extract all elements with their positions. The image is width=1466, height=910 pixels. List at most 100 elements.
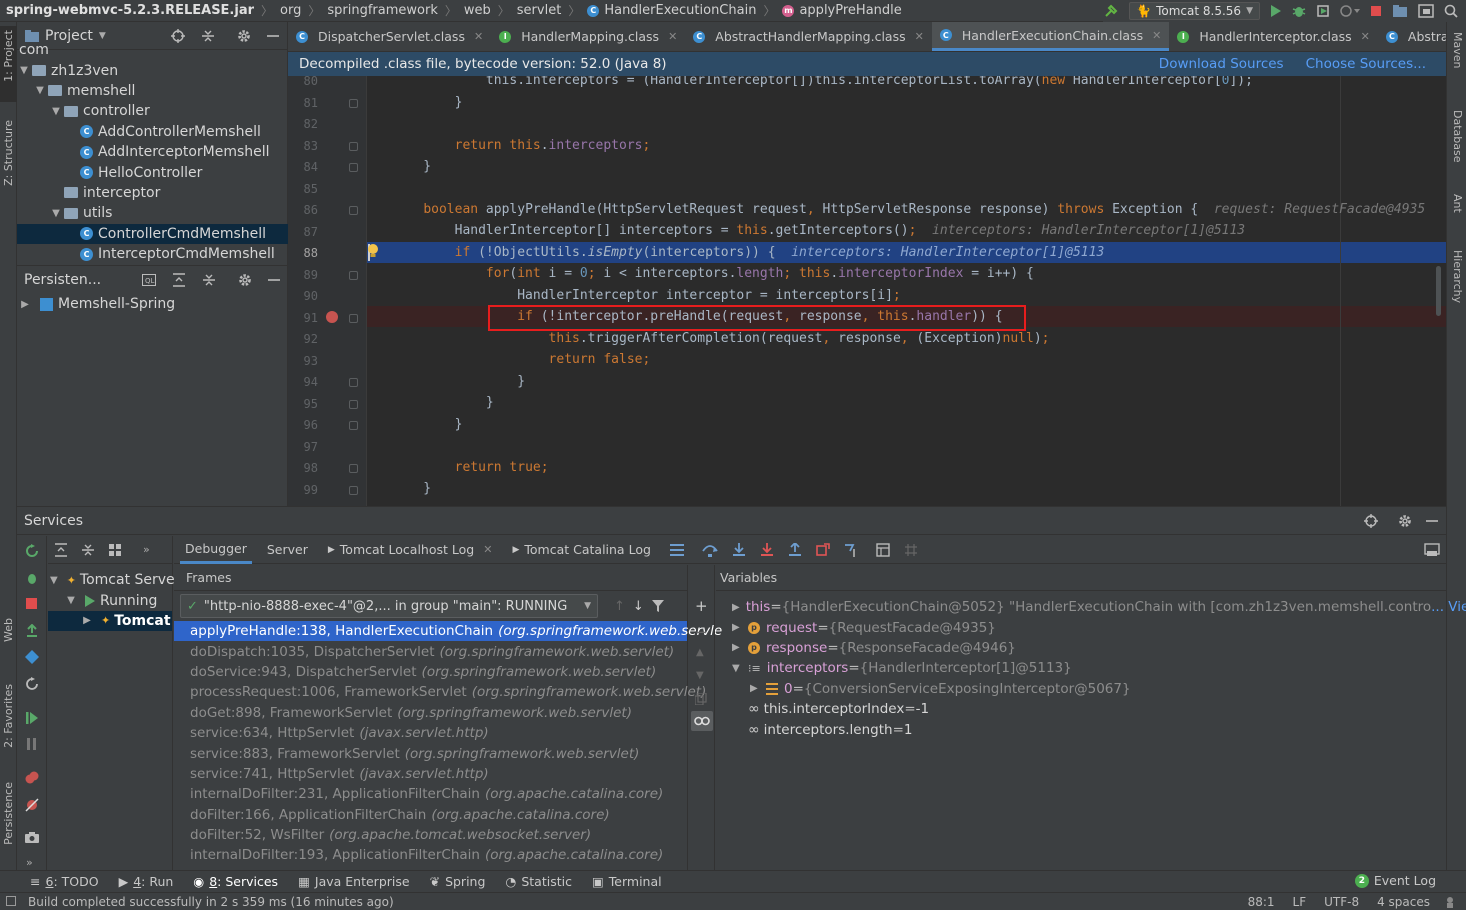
run-configuration-select[interactable]: 🐈 Tomcat 8.5.56 ▼: [1129, 2, 1260, 20]
evaluate-icon[interactable]: [876, 542, 890, 557]
lightbulb-icon[interactable]: [367, 243, 379, 259]
copy-icon[interactable]: [695, 693, 707, 705]
gear-icon[interactable]: [1398, 514, 1412, 528]
variable-row[interactable]: ∞ this.interceptorIndex = -1: [716, 699, 1446, 719]
frame-row[interactable]: doFilter:52, WsFilter (org.apache.tomcat.…: [174, 825, 687, 845]
tomcat-instance-node[interactable]: ▶ ✦ Tomcat: [48, 610, 172, 632]
artifacts-icon[interactable]: [25, 650, 39, 664]
minimize-icon[interactable]: [268, 274, 280, 286]
remove-watch-icon[interactable]: −: [695, 623, 708, 641]
code-editor[interactable]: 80 81 82 83 84 85 86 87 88 89 90 91 92 93 94 95 96 97 98 99…: [288, 76, 1446, 506]
tree-class-item[interactable]: C InterceptorCmdMemshell: [17, 244, 288, 264]
editor-tab[interactable]: C AbstractAutowireCapableBeanFa: [1378, 22, 1446, 51]
fold-marker-icon[interactable]: [349, 485, 358, 495]
breadcrumb-item[interactable]: web 〉: [464, 2, 517, 19]
close-icon[interactable]: ✕: [1361, 30, 1370, 43]
fold-marker-icon[interactable]: [349, 141, 358, 151]
variable-row[interactable]: ▶ this = {HandlerExecutionChain@5052} "Ha…: [716, 597, 1466, 617]
ql-console-icon[interactable]: QL: [142, 273, 156, 286]
chevron-right-icon[interactable]: ▶: [732, 642, 748, 653]
chevron-down-icon[interactable]: ▼: [99, 31, 106, 41]
expand-all-icon[interactable]: [54, 542, 68, 557]
frame-row[interactable]: doGet:898, FrameworkServlet (org.springfr…: [174, 703, 687, 723]
status-toggle-icon[interactable]: [6, 896, 16, 906]
chevron-right-icon[interactable]: ▶: [732, 602, 740, 613]
frame-row[interactable]: internalDoFilter:193, ApplicationFilterC…: [174, 845, 687, 865]
editor-tab[interactable]: C AbstractHandlerMapping.class ✕: [685, 22, 932, 51]
chevron-down-icon[interactable]: ▼: [51, 208, 61, 219]
fold-marker-icon[interactable]: [349, 270, 358, 280]
project-structure-icon[interactable]: [1392, 4, 1408, 18]
tree-package-item[interactable]: interceptor: [17, 183, 288, 203]
rerun-icon[interactable]: [25, 544, 39, 558]
breakpoint-icon[interactable]: [326, 311, 338, 323]
bottom-tab[interactable]: ◉ 8: Services: [193, 874, 278, 889]
chevron-right-icon[interactable]: ▶: [732, 622, 748, 633]
frame-row[interactable]: doDispatch:1035, DispatcherServlet (org.s…: [174, 641, 687, 661]
variable-row[interactable]: ▶ p response = {ResponseFacade@4946}: [716, 638, 1446, 658]
ant-tool-button[interactable]: Ant: [1451, 194, 1464, 213]
persistence-unit[interactable]: ▶ Memshell-Spring: [17, 294, 175, 314]
chevron-down-icon[interactable]: ▼: [66, 595, 76, 606]
hierarchy-tool-button[interactable]: Hierarchy: [1451, 250, 1464, 303]
bottom-tab[interactable]: ▶ 4: Run: [119, 874, 174, 889]
resume-icon[interactable]: [25, 711, 39, 725]
frame-row[interactable]: applyPreHandle:138, HandlerExecutionChai…: [174, 621, 722, 642]
layout-icon[interactable]: [669, 543, 684, 556]
frame-row[interactable]: doFilter:166, ApplicationFilterChain (org…: [174, 805, 687, 825]
editor-gutter[interactable]: 80 81 82 83 84 85 86 87 88 89 90 91 92 93 94 95 96 97 98 99: [288, 76, 367, 506]
bottom-tab[interactable]: ▦ Java Enterprise: [298, 874, 410, 889]
frame-row[interactable]: service:634, HttpServlet (javax.servlet.h…: [174, 723, 687, 743]
frame-row[interactable]: service:883, FrameworkServlet (org.spring…: [174, 743, 687, 763]
fold-marker-icon[interactable]: [349, 378, 358, 387]
stop-icon[interactable]: [26, 598, 37, 609]
group-by-icon[interactable]: [108, 543, 122, 557]
event-log-button[interactable]: 2 Event Log: [1354, 873, 1436, 888]
chevron-right-icon[interactable]: ▶: [20, 299, 30, 310]
indent-setting[interactable]: 4 spaces: [1377, 895, 1430, 909]
breadcrumb-item[interactable]: servlet 〉: [517, 2, 588, 19]
fold-marker-icon[interactable]: [349, 464, 358, 473]
tree-item[interactable]: ▼ zh1z3ven: [17, 60, 288, 80]
coverage-icon[interactable]: [1316, 4, 1330, 18]
tree-class-item[interactable]: C ControllerCmdMemshell: [17, 223, 288, 244]
breadcrumb-item[interactable]: m applyPreHandle: [782, 3, 902, 18]
variable-row[interactable]: ▶ 0 = {ConversionServiceExposingIntercept…: [716, 679, 1446, 699]
pause-icon[interactable]: [26, 738, 38, 750]
variable-row[interactable]: ∞ interceptors.length = 1: [716, 719, 1446, 739]
close-icon[interactable]: ✕: [668, 30, 677, 43]
caret-position[interactable]: 88:1: [1248, 895, 1275, 909]
chevron-down-icon[interactable]: ▼: [50, 575, 58, 586]
trace-icon[interactable]: [904, 543, 918, 557]
fold-marker-icon[interactable]: [349, 421, 358, 430]
frame-row[interactable]: internalDoFilter:231, ApplicationFilterC…: [174, 784, 687, 804]
chevron-right-icon[interactable]: ▶: [750, 683, 766, 694]
layout-settings-icon[interactable]: [1424, 542, 1440, 557]
fold-marker-icon[interactable]: [349, 206, 358, 215]
close-icon[interactable]: ✕: [483, 543, 492, 556]
profile-icon[interactable]: [1340, 4, 1360, 18]
close-icon[interactable]: ✕: [1152, 29, 1161, 42]
bottom-tab[interactable]: ▣ Terminal: [592, 874, 662, 889]
running-node[interactable]: ▼ Running: [48, 590, 172, 610]
file-encoding[interactable]: UTF-8: [1324, 895, 1359, 909]
frame-row[interactable]: service:741, HttpServlet (javax.servlet.h…: [174, 764, 687, 784]
editor-tab[interactable]: I HandlerMapping.class ✕: [491, 22, 685, 51]
deploy-icon[interactable]: [25, 624, 39, 638]
chevron-down-icon[interactable]: ▼: [51, 106, 61, 117]
fold-marker-icon[interactable]: [349, 399, 358, 409]
filter-icon[interactable]: [651, 600, 664, 612]
force-step-into-icon[interactable]: [760, 542, 774, 557]
editor-tab[interactable]: I HandlerInterceptor.class ✕: [1169, 22, 1378, 51]
step-over-icon[interactable]: [702, 543, 718, 557]
collapse-all-icon[interactable]: [202, 273, 216, 287]
tree-class-item[interactable]: C AddInterceptorMemshell: [17, 142, 288, 162]
variable-row[interactable]: ▼ ⁝≡ interceptors = {HandlerInterceptor[1]…: [716, 658, 1446, 678]
variable-row[interactable]: ▶ p request = {RequestFacade@4935}: [716, 617, 1446, 637]
view-link[interactable]: ... View: [1431, 599, 1466, 615]
window-icon[interactable]: [1418, 4, 1434, 18]
show-watches-icon[interactable]: [691, 711, 713, 731]
search-icon[interactable]: [1444, 4, 1458, 18]
frame-row[interactable]: doService:943, DispatcherServlet (org.spr…: [174, 662, 687, 682]
chevron-right-icon[interactable]: ▶: [82, 615, 92, 626]
